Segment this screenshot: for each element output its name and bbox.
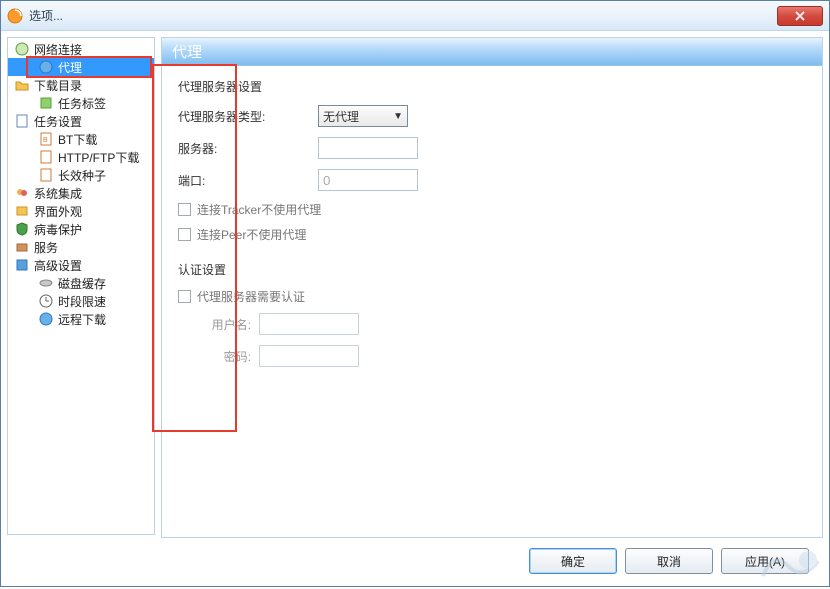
close-button[interactable] xyxy=(777,6,823,26)
shield-icon xyxy=(14,221,30,237)
sidebar-item-label: 服务 xyxy=(34,239,58,256)
sidebar-item-label: 任务设置 xyxy=(34,113,82,130)
server-input[interactable] xyxy=(318,137,418,159)
sidebar-item-network[interactable]: 网络连接 xyxy=(8,40,154,58)
window-body: 网络连接 代理 下载目录 任务标签 任务设置 B BT下载 xyxy=(1,31,829,586)
server-label: 服务器: xyxy=(178,140,318,157)
peer-no-proxy-label: 连接Peer不使用代理 xyxy=(197,226,306,243)
users-icon xyxy=(14,185,30,201)
proxy-type-label: 代理服务器类型: xyxy=(178,108,318,125)
settings-panel: 代理 代理服务器设置 代理服务器类型: 无代理 ▼ 服务器: xyxy=(161,37,823,538)
proxy-type-value: 无代理 xyxy=(323,108,359,125)
content-area: 代理 代理服务器设置 代理服务器类型: 无代理 ▼ 服务器: xyxy=(161,37,823,580)
sidebar-item-task-tags[interactable]: 任务标签 xyxy=(8,94,154,112)
appearance-icon xyxy=(14,203,30,219)
tag-icon xyxy=(38,95,54,111)
username-label: 用户名: xyxy=(196,316,251,333)
sidebar-item-label: 高级设置 xyxy=(34,257,82,274)
globe-icon xyxy=(14,41,30,57)
username-input[interactable] xyxy=(259,313,359,335)
dialog-buttons: 确定 取消 应用(A) xyxy=(161,538,823,580)
sidebar-item-label: 界面外观 xyxy=(34,203,82,220)
tracker-no-proxy-label: 连接Tracker不使用代理 xyxy=(197,201,321,218)
svg-text:B: B xyxy=(43,137,48,144)
sidebar-item-longterm-seed[interactable]: 长效种子 xyxy=(8,166,154,184)
close-icon xyxy=(795,11,805,21)
service-icon xyxy=(14,239,30,255)
sidebar-item-label: 远程下载 xyxy=(58,311,106,328)
panel-header: 代理 xyxy=(162,38,822,66)
sidebar-item-label: 时段限速 xyxy=(58,293,106,310)
sidebar-item-services[interactable]: 服务 xyxy=(8,238,154,256)
sidebar-item-label: HTTP/FTP下载 xyxy=(58,149,139,166)
sidebar-item-remote-download[interactable]: 远程下载 xyxy=(8,310,154,328)
proxy-section-title: 代理服务器设置 xyxy=(178,78,806,95)
options-window: 选项... 网络连接 代理 下载目录 任务标签 xyxy=(0,0,830,587)
sidebar-item-label: 系统集成 xyxy=(34,185,82,202)
tracker-no-proxy-checkbox[interactable] xyxy=(178,203,191,216)
cancel-button[interactable]: 取消 xyxy=(625,548,713,574)
sidebar-item-label: BT下载 xyxy=(58,131,97,148)
sidebar-tree: 网络连接 代理 下载目录 任务标签 任务设置 B BT下载 xyxy=(7,37,155,535)
disk-icon xyxy=(38,275,54,291)
port-input[interactable] xyxy=(318,169,418,191)
seed-icon xyxy=(38,167,54,183)
peer-no-proxy-checkbox[interactable] xyxy=(178,228,191,241)
window-title: 选项... xyxy=(29,7,63,24)
panel-body: 代理服务器设置 代理服务器类型: 无代理 ▼ 服务器: 端口: xyxy=(162,66,822,537)
sidebar-item-time-limit[interactable]: 时段限速 xyxy=(8,292,154,310)
sidebar-item-bt[interactable]: B BT下载 xyxy=(8,130,154,148)
sidebar-item-virus-protect[interactable]: 病毒保护 xyxy=(8,220,154,238)
auth-section-title: 认证设置 xyxy=(178,261,806,278)
watermark-logo xyxy=(753,546,823,586)
sidebar-item-label: 磁盘缓存 xyxy=(58,275,106,292)
proxy-icon xyxy=(38,59,54,75)
auth-required-checkbox[interactable] xyxy=(178,290,191,303)
app-icon xyxy=(7,8,23,24)
password-label: 密码: xyxy=(196,348,251,365)
sidebar-item-http[interactable]: HTTP/FTP下载 xyxy=(8,148,154,166)
page-icon xyxy=(14,113,30,129)
folder-icon xyxy=(14,77,30,93)
sidebar-item-label: 网络连接 xyxy=(34,41,82,58)
sidebar-item-label: 长效种子 xyxy=(58,167,106,184)
port-label: 端口: xyxy=(178,172,318,189)
sidebar-item-download-dir[interactable]: 下载目录 xyxy=(8,76,154,94)
remote-icon xyxy=(38,311,54,327)
sidebar-item-disk-cache[interactable]: 磁盘缓存 xyxy=(8,274,154,292)
password-input[interactable] xyxy=(259,345,359,367)
sidebar-item-task-settings[interactable]: 任务设置 xyxy=(8,112,154,130)
auth-required-label: 代理服务器需要认证 xyxy=(197,288,305,305)
clock-icon xyxy=(38,293,54,309)
titlebar: 选项... xyxy=(1,1,829,31)
sidebar-item-label: 代理 xyxy=(58,59,82,76)
sidebar-item-advanced[interactable]: 高级设置 xyxy=(8,256,154,274)
sidebar-item-ui-appearance[interactable]: 界面外观 xyxy=(8,202,154,220)
chevron-down-icon: ▼ xyxy=(393,111,403,122)
sidebar-item-label: 任务标签 xyxy=(58,95,106,112)
bt-icon: B xyxy=(38,131,54,147)
sidebar-item-label: 下载目录 xyxy=(34,77,82,94)
sidebar-item-system-integration[interactable]: 系统集成 xyxy=(8,184,154,202)
sidebar-item-label: 病毒保护 xyxy=(34,221,82,238)
advanced-icon xyxy=(14,257,30,273)
sidebar-item-proxy[interactable]: 代理 xyxy=(8,58,154,76)
panel-title: 代理 xyxy=(172,41,202,62)
ok-button[interactable]: 确定 xyxy=(529,548,617,574)
http-icon xyxy=(38,149,54,165)
proxy-type-select[interactable]: 无代理 ▼ xyxy=(318,105,408,127)
